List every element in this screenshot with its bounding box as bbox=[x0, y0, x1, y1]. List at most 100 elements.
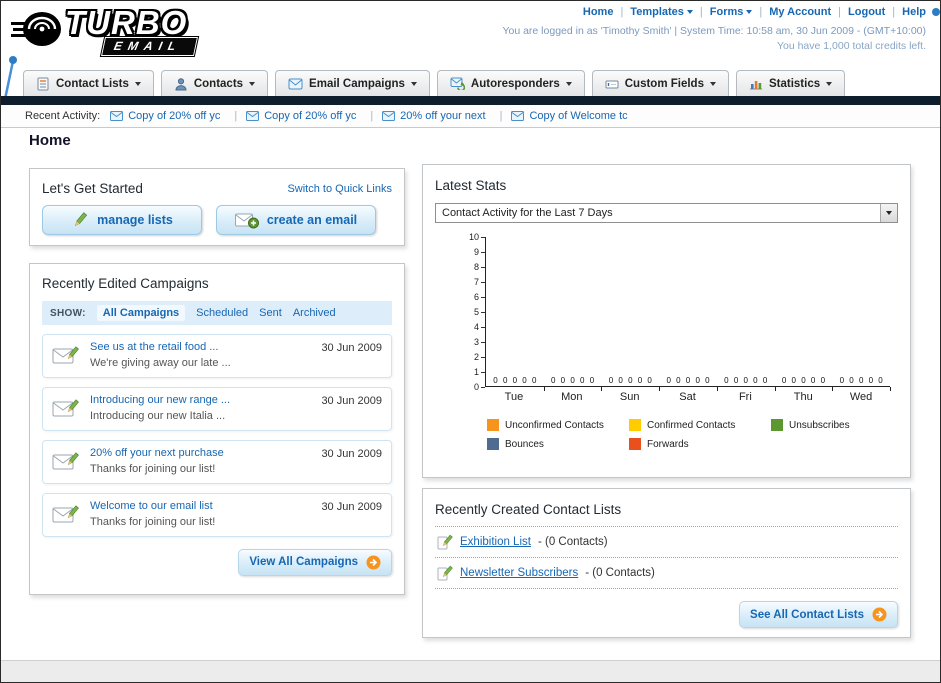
recent-activity-text: Copy of 20% off yc bbox=[128, 110, 221, 122]
chevron-down-icon bbox=[826, 81, 833, 86]
legend-item: Forwards bbox=[629, 438, 771, 450]
email-campaigns-icon bbox=[288, 78, 303, 89]
campaign-row[interactable]: 20% off your next purchase Thanks for jo… bbox=[42, 439, 392, 484]
top-link-my-account[interactable]: My Account bbox=[769, 6, 831, 18]
recent-activity-item[interactable]: Copy of Welcome tc bbox=[511, 110, 628, 122]
top-link-label: Home bbox=[582, 6, 614, 18]
legend-label: Bounces bbox=[505, 438, 544, 450]
chart-bar-group: 0 0 0 0 0 bbox=[775, 237, 834, 391]
campaign-subtitle: We're giving away our late ... bbox=[90, 356, 231, 369]
contact-list-link[interactable]: Exhibition List bbox=[460, 536, 531, 548]
x-axis-label: Tue bbox=[504, 391, 524, 403]
campaign-date: 30 Jun 2009 bbox=[321, 447, 382, 460]
chevron-down-icon bbox=[410, 81, 417, 86]
top-link-label: Logout bbox=[848, 6, 886, 18]
campaign-title-link[interactable]: Introducing our new range ... bbox=[90, 393, 230, 409]
tab-statistics[interactable]: Statistics bbox=[735, 70, 846, 96]
recent-activity-bar: Recent Activity: Copy of 20% off yc Copy… bbox=[1, 105, 940, 128]
contact-list-link[interactable]: Newsletter Subscribers bbox=[460, 567, 578, 579]
latest-stats-panel: Latest Stats Contact Activity for the La… bbox=[422, 164, 911, 478]
chart-bar-group: 0 0 0 0 0 bbox=[544, 237, 603, 391]
top-link-logout[interactable]: Logout bbox=[848, 6, 885, 18]
email-icon bbox=[246, 111, 260, 121]
campaign-row[interactable]: See us at the retail food ... We're givi… bbox=[42, 334, 392, 378]
corner-dot-decoration bbox=[932, 8, 940, 16]
pencil-icon bbox=[437, 534, 453, 550]
top-link-templates[interactable]: Templates bbox=[630, 6, 693, 18]
x-axis-label: Thu bbox=[793, 391, 813, 403]
contacts-icon bbox=[175, 77, 187, 90]
logo-subtitle: EMAIL bbox=[99, 36, 200, 57]
manage-lists-button[interactable]: manage lists bbox=[42, 205, 202, 235]
tab-custom-fields[interactable]: Custom Fields bbox=[591, 70, 729, 96]
tab-autoresponders[interactable]: Autoresponders bbox=[436, 70, 585, 96]
recent-activity-item[interactable]: 20% off your next bbox=[382, 110, 511, 122]
tab-label: Contacts bbox=[193, 77, 244, 90]
filter-all-campaigns[interactable]: All Campaigns bbox=[96, 305, 186, 321]
recent-activity-item[interactable]: Copy of 20% off yc bbox=[246, 110, 382, 122]
chart-value-labels: 0 0 0 0 0 bbox=[839, 376, 883, 385]
contact-lists-title: Recently Created Contact Lists bbox=[435, 502, 622, 517]
arrow-right-icon bbox=[366, 555, 381, 569]
email-edit-icon bbox=[52, 399, 79, 417]
recent-activity-text: Copy of Welcome tc bbox=[529, 110, 628, 122]
see-all-contact-lists-button[interactable]: See All Contact Lists bbox=[739, 601, 898, 628]
campaign-subtitle: Thanks for joining our list! bbox=[90, 462, 216, 475]
legend-label: Unconfirmed Contacts bbox=[505, 419, 604, 431]
top-link-help[interactable]: Help bbox=[902, 6, 926, 18]
custom-fields-icon bbox=[605, 80, 619, 88]
page-footer bbox=[1, 660, 940, 682]
campaigns-panel: Recently Edited Campaigns SHOW: All Camp… bbox=[29, 263, 405, 595]
tab-contact-lists[interactable]: Contact Lists bbox=[23, 70, 154, 96]
x-axis-label: Sun bbox=[619, 391, 640, 403]
legend-item: Unconfirmed Contacts bbox=[487, 419, 629, 431]
recent-activity-text: 20% off your next bbox=[400, 110, 486, 122]
filter-scheduled[interactable]: Scheduled bbox=[196, 307, 248, 319]
pencil-icon bbox=[437, 565, 453, 581]
top-nav-links: Home Templates Forms My Account Logout H… bbox=[502, 6, 926, 18]
chevron-down-icon bbox=[686, 10, 693, 14]
chart-bar-group: 0 0 0 0 0 bbox=[832, 237, 891, 391]
campaign-title-link[interactable]: Welcome to our email list bbox=[90, 499, 215, 515]
campaign-date: 30 Jun 2009 bbox=[321, 394, 382, 407]
email-edit-icon bbox=[52, 452, 79, 470]
top-link-label: Forms bbox=[709, 6, 744, 18]
nav-divider-bar bbox=[1, 96, 940, 105]
chart-legend: Unconfirmed Contacts Confirmed Contacts Un… bbox=[487, 419, 898, 450]
top-link-home[interactable]: Home bbox=[583, 6, 614, 18]
tab-contacts[interactable]: Contacts bbox=[160, 70, 269, 96]
latest-stats-title: Latest Stats bbox=[435, 178, 507, 193]
logo-text: TURBO EMAIL bbox=[65, 4, 200, 57]
get-started-panel: Let's Get Started Switch to Quick Links … bbox=[29, 168, 405, 246]
campaign-row[interactable]: Introducing our new range ... Introducin… bbox=[42, 386, 392, 431]
view-all-campaigns-button[interactable]: View All Campaigns bbox=[238, 548, 392, 576]
contact-list-item[interactable]: Newsletter Subscribers - (0 Contacts) bbox=[435, 558, 898, 589]
campaign-row[interactable]: Welcome to our email list Thanks for joi… bbox=[42, 492, 392, 537]
create-email-button[interactable]: create an email bbox=[216, 205, 376, 235]
top-link-forms[interactable]: Forms bbox=[710, 6, 753, 18]
recent-activity-item[interactable]: Copy of 20% off yc bbox=[110, 110, 246, 122]
chart-value-labels: 0 0 0 0 0 bbox=[781, 376, 826, 385]
chart-plot: 0 0 0 0 0 0 0 0 0 0 0 0 0 0 0 0 0 0 0 0 0 0 … bbox=[485, 237, 891, 391]
campaign-title-link[interactable]: See us at the retail food ... bbox=[90, 340, 231, 356]
filter-archived[interactable]: Archived bbox=[293, 307, 336, 319]
chart-value-labels: 0 0 0 0 0 bbox=[666, 376, 710, 385]
campaign-title-link[interactable]: 20% off your next purchase bbox=[90, 446, 224, 462]
chart-value-labels: 0 0 0 0 0 bbox=[493, 376, 537, 385]
chart-bar-group: 0 0 0 0 0 bbox=[659, 237, 718, 391]
legend-swatch bbox=[487, 419, 499, 431]
contact-lists-panel: Recently Created Contact Lists Exhibitio… bbox=[422, 488, 911, 638]
contact-list-count: - (0 Contacts) bbox=[585, 567, 655, 579]
contact-list-item[interactable]: Exhibition List - (0 Contacts) bbox=[435, 527, 898, 558]
switch-quick-links-link[interactable]: Switch to Quick Links bbox=[287, 183, 392, 195]
tab-label: Contact Lists bbox=[56, 77, 129, 90]
email-plus-icon bbox=[234, 213, 259, 228]
chart-bar-group: 0 0 0 0 0 bbox=[717, 237, 776, 391]
recent-activity-label: Recent Activity: bbox=[25, 110, 101, 122]
legend-item: Unsubscribes bbox=[771, 419, 913, 431]
filter-sent[interactable]: Sent bbox=[259, 307, 282, 319]
stats-chart: 10 9 8 7 6 5 4 3 2 1 0 0 0 0 0 00 0 0 0 00 0 0 0 0… bbox=[463, 233, 891, 392]
tab-email-campaigns[interactable]: Email Campaigns bbox=[275, 70, 430, 96]
email-icon bbox=[110, 111, 124, 121]
stats-period-select[interactable]: Contact Activity for the Last 7 Days bbox=[435, 203, 898, 223]
